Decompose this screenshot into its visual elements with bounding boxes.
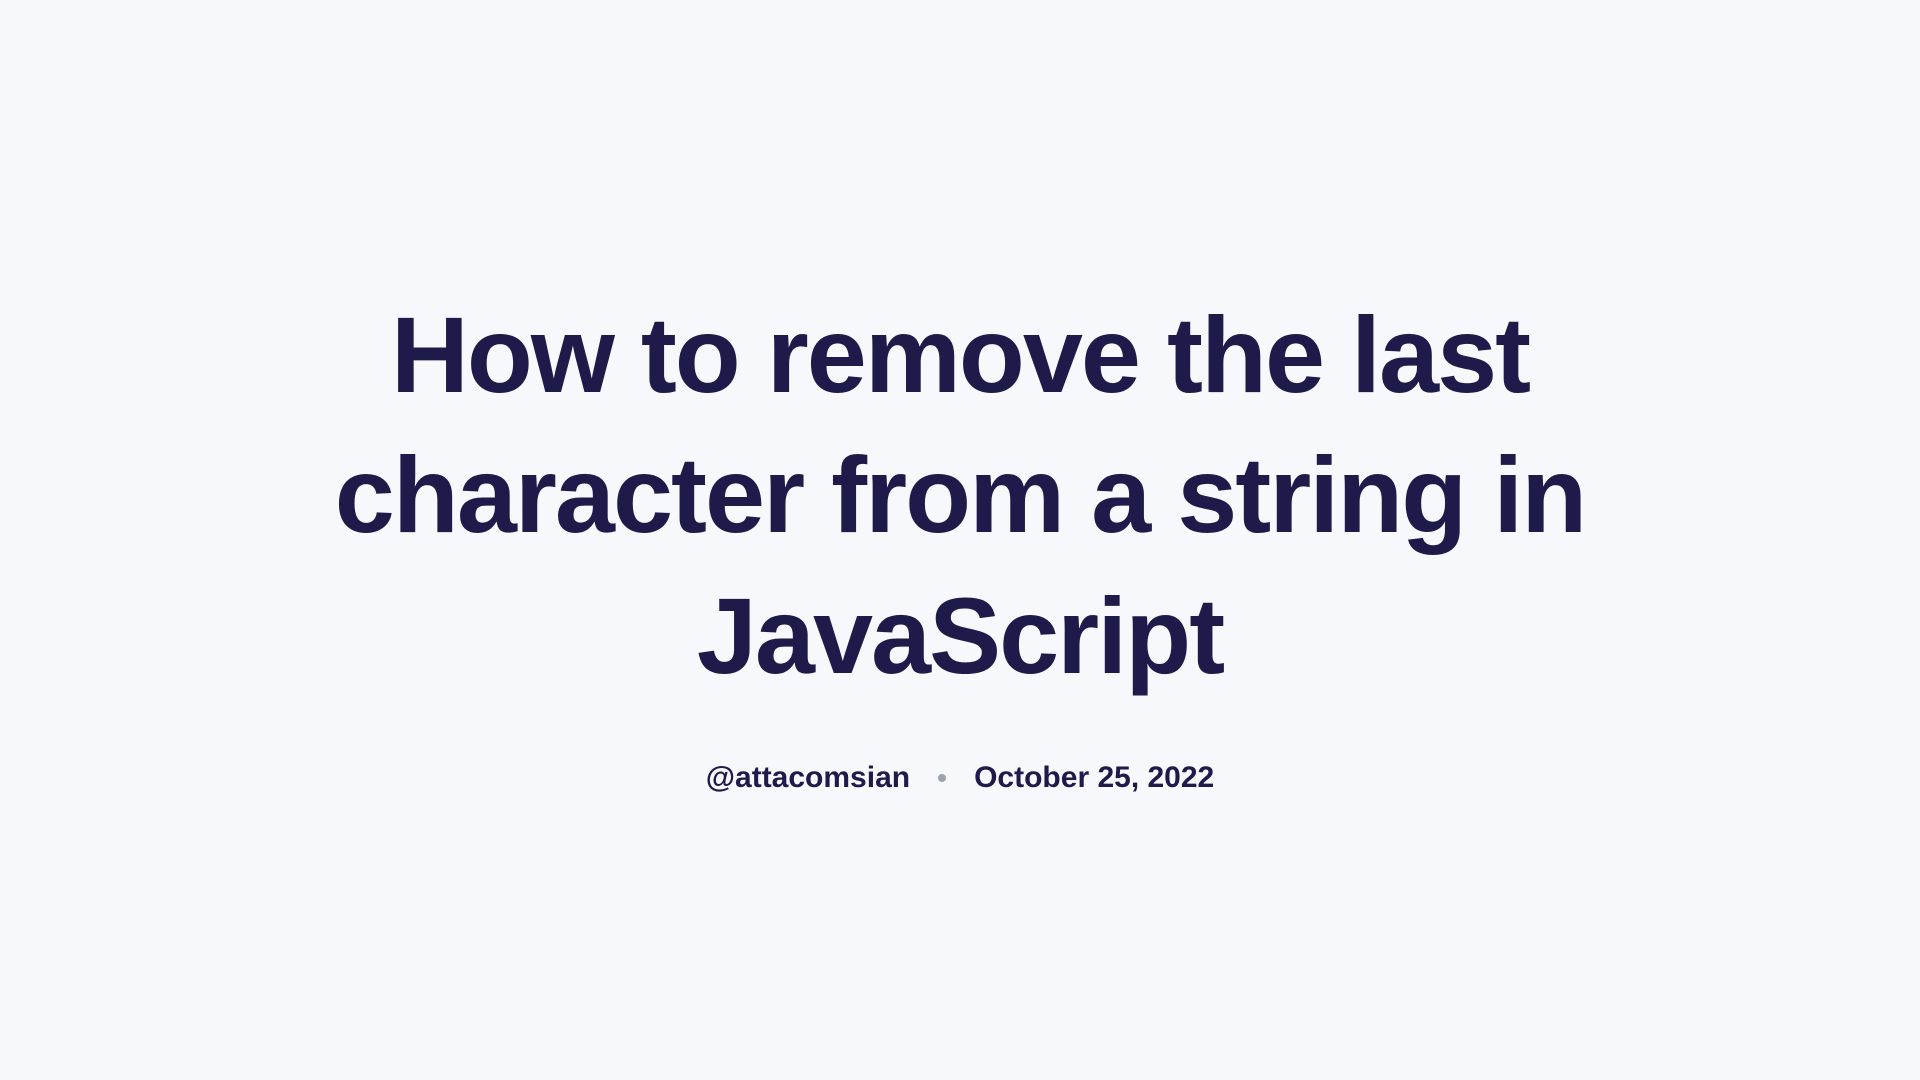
article-title: How to remove the last character from a … — [300, 285, 1620, 706]
article-author: @attacomsian — [706, 761, 910, 795]
separator-dot — [938, 774, 946, 782]
article-date: October 25, 2022 — [974, 761, 1214, 795]
article-header: How to remove the last character from a … — [260, 285, 1660, 795]
article-meta: @attacomsian October 25, 2022 — [300, 761, 1620, 795]
